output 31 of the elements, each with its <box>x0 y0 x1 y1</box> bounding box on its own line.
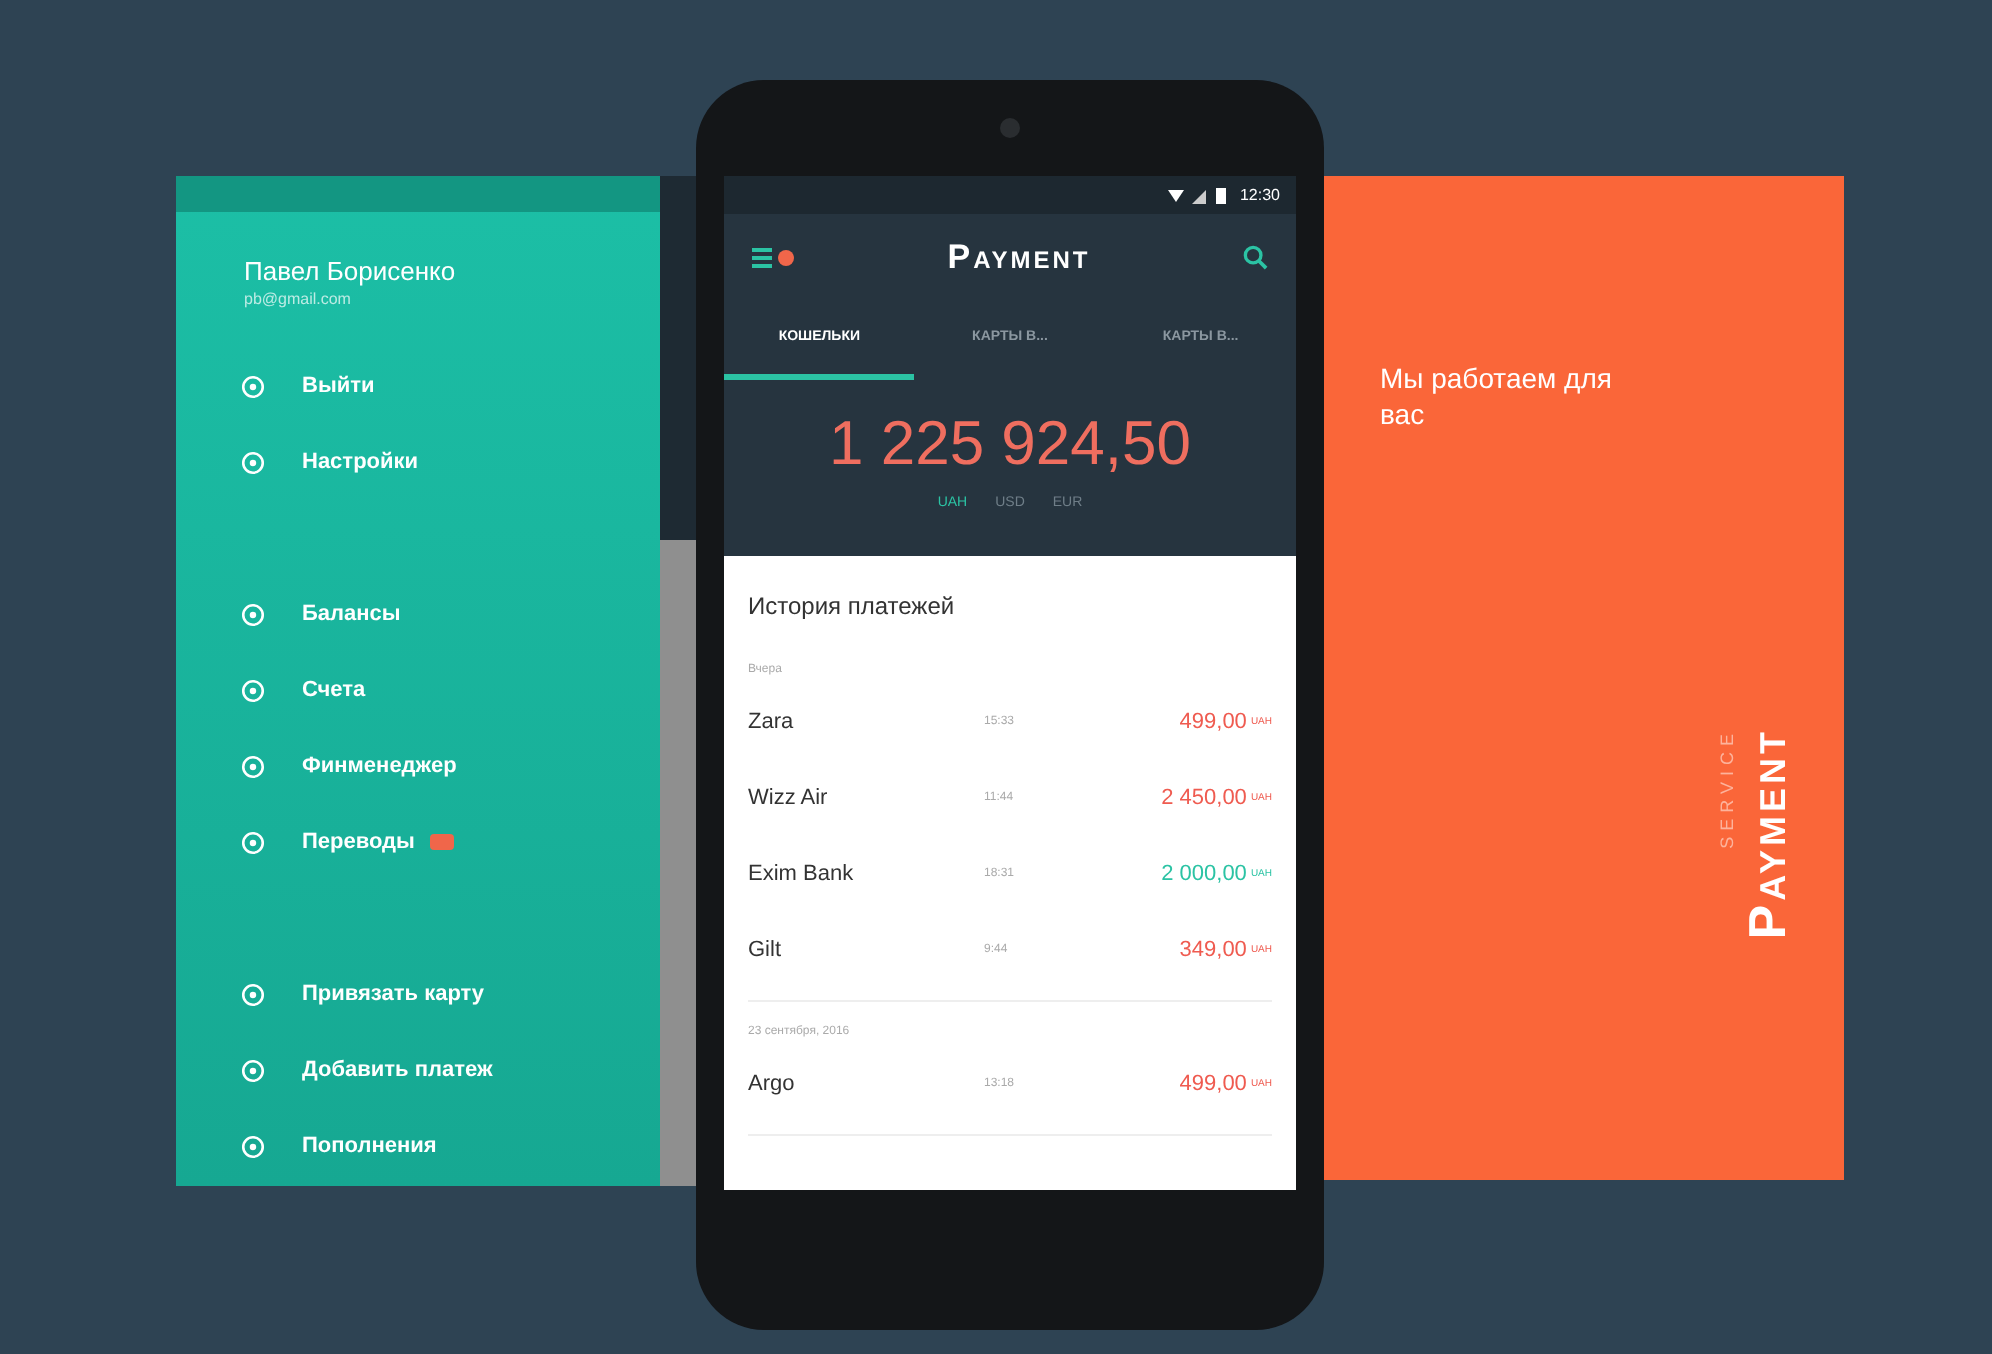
menu-item[interactable]: Счета <box>240 652 660 728</box>
menu-item[interactable]: Добавить платеж <box>240 1032 660 1108</box>
status-time: 12:30 <box>1239 186 1280 204</box>
payee-name: Wizz Air <box>748 786 830 810</box>
payment-amount: 499,00 <box>1177 710 1247 734</box>
payee-name: Zara <box>748 710 796 734</box>
menu-item[interactable]: Финменеджер <box>240 728 660 804</box>
camera-icon <box>1000 118 1020 138</box>
history-title: История платежей <box>748 592 957 620</box>
payee-name: Exim Bank <box>748 862 856 886</box>
brand-subtitle: SERVICE <box>1717 728 1737 849</box>
payee-name: Gilt <box>748 938 783 962</box>
payment-amount: 2 000,00 <box>1159 862 1247 886</box>
payment-amount: 349,00 <box>1177 938 1247 962</box>
user-email: pb@gmail.com <box>244 290 353 308</box>
payee-name: Argo <box>748 1072 797 1096</box>
promo-tagline: Мы работаем для вас <box>1380 360 1614 433</box>
user-name: Павел Борисенко <box>244 256 458 286</box>
payment-amount: 2 450,00 <box>1159 786 1247 810</box>
menu-item[interactable]: Настройки <box>240 424 660 500</box>
menu-item[interactable]: Балансы <box>240 576 660 652</box>
menu-item[interactable]: Выйти <box>240 348 660 424</box>
menu-item[interactable]: Пополнения <box>240 1108 660 1184</box>
payment-amount: 499,00 <box>1177 1072 1247 1096</box>
app-title: Payment <box>947 237 1091 277</box>
search-icon[interactable] <box>1242 244 1268 270</box>
brand-logo: Payment <box>1737 728 1799 940</box>
balance-amount: 1 225 924,50 <box>828 408 1191 480</box>
status-icons-drawing <box>1167 185 1228 205</box>
menu-item[interactable]: Привязать карту <box>240 956 660 1032</box>
menu-item[interactable]: Переводы <box>240 804 660 880</box>
